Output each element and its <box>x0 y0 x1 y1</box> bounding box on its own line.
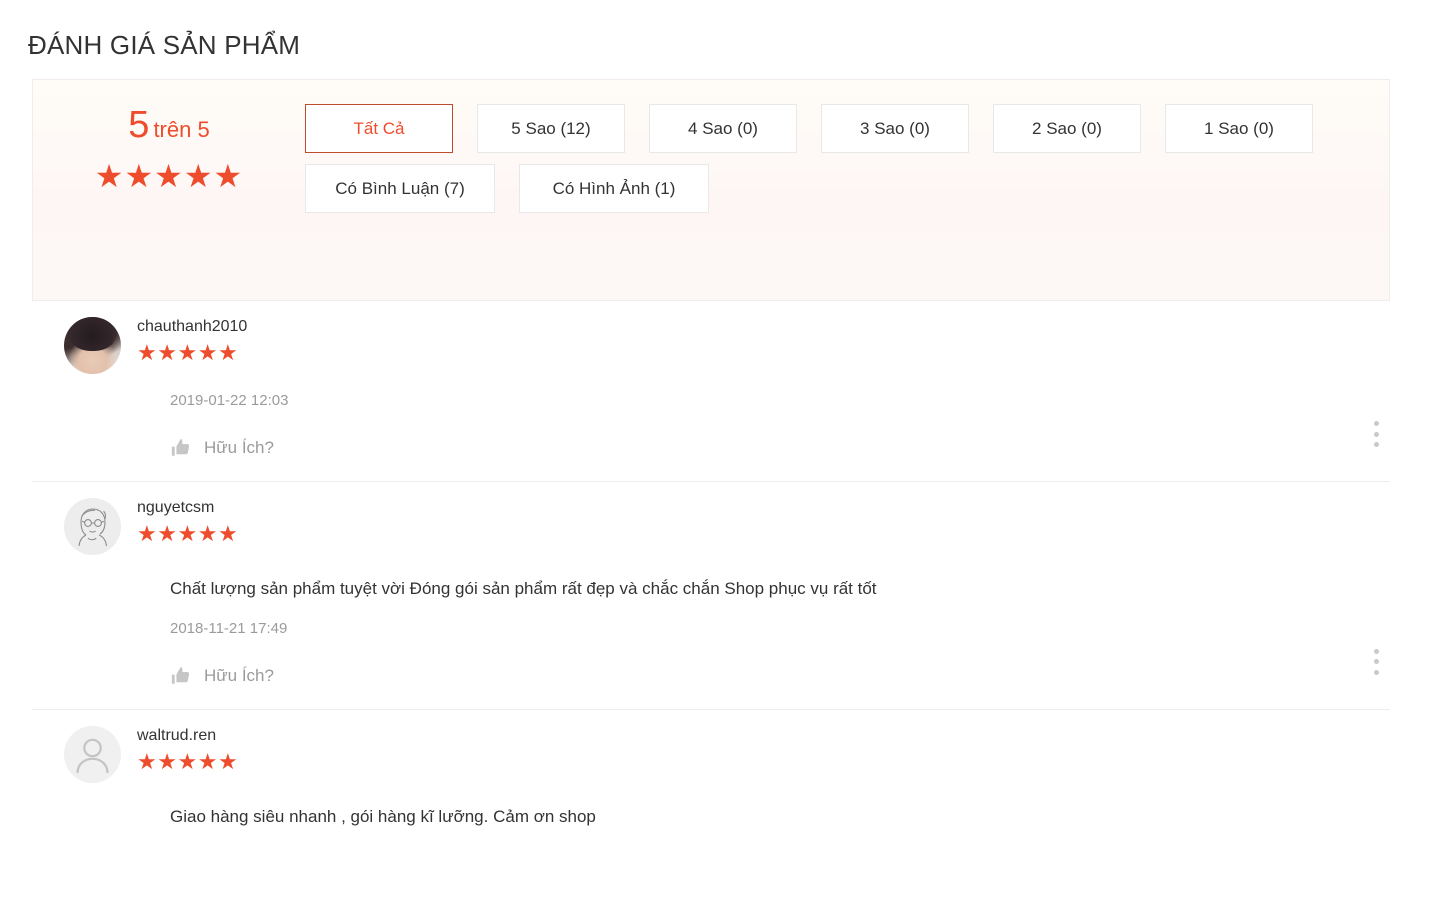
thumbs-up-icon <box>171 439 190 456</box>
review-username: nguyetcsm <box>137 499 215 516</box>
star-icon: ★ <box>137 521 158 546</box>
review-date: 2019-01-22 12:03 <box>170 392 289 409</box>
star-icon: ★ <box>154 158 184 194</box>
summary-star-rating: ★★★★★ <box>33 160 305 192</box>
star-icon: ★ <box>197 521 218 546</box>
product-review-page: ĐÁNH GIÁ SẢN PHẨM 5 trên 5 ★★★★★ Tất Cả 5 … <box>0 17 1432 904</box>
review-star-rating: ★★★★★ <box>137 748 239 774</box>
score-out-of-label: trên 5 <box>153 117 210 142</box>
review-header: waltrud.ren ★★★★★ <box>32 724 1390 783</box>
star-icon: ★ <box>217 521 239 546</box>
more-options-icon[interactable] <box>1366 648 1386 675</box>
review-username: chauthanh2010 <box>137 318 248 335</box>
review-item: chauthanh2010 ★★★★★ 2019-01-22 12:03 Hữu Íc… <box>32 301 1390 482</box>
review-list: chauthanh2010 ★★★★★ 2019-01-22 12:03 Hữu Íc… <box>32 301 1390 829</box>
avatar <box>64 725 121 783</box>
page-title: ĐÁNH GIÁ SẢN PHẨM <box>28 30 301 61</box>
star-icon: ★ <box>124 158 155 194</box>
more-options-icon[interactable] <box>1366 421 1386 447</box>
review-header: chauthanh2010 ★★★★★ <box>32 315 1390 374</box>
review-meta: waltrud.ren ★★★★★ <box>137 724 238 773</box>
rating-summary-panel: 5 trên 5 ★★★★★ Tất Cả 5 Sao (12) 4 Sao (0) 3… <box>32 79 1390 301</box>
review-star-rating: ★★★★★ <box>137 523 238 545</box>
filter-button[interactable]: 4 Sao (0) <box>649 104 797 153</box>
filter-row-content: Có Bình Luận (7) Có Hình Ảnh (1) <box>305 164 1371 213</box>
review-date: 2018-11-21 17:49 <box>170 619 288 637</box>
review-filter-group: Tất Cả 5 Sao (12) 4 Sao (0) 3 Sao (0) 2 Sao … <box>305 80 1389 213</box>
star-icon: ★ <box>137 748 158 774</box>
score-line: 5 trên 5 <box>33 106 305 144</box>
star-icon: ★ <box>137 340 158 365</box>
helpful-button[interactable]: Hữu Ích? <box>170 437 274 481</box>
filter-button[interactable]: 3 Sao (0) <box>821 104 969 153</box>
star-icon: ★ <box>157 748 178 774</box>
star-icon: ★ <box>213 158 244 194</box>
star-icon: ★ <box>157 521 178 546</box>
review-text: Giao hàng siêu nhanh , gói hàng kĩ lưỡng… <box>170 806 596 826</box>
review-meta: chauthanh2010 ★★★★★ <box>137 315 247 364</box>
filter-button[interactable]: Có Hình Ảnh (1) <box>519 164 709 213</box>
star-icon: ★ <box>197 748 218 774</box>
star-icon: ★ <box>217 340 239 365</box>
filter-button[interactable]: Có Bình Luận (7) <box>305 164 495 213</box>
filter-button[interactable]: Tất Cả <box>305 104 453 153</box>
avatar <box>64 498 121 555</box>
star-icon: ★ <box>94 158 125 194</box>
helpful-button[interactable]: Hữu Ích? <box>170 665 274 709</box>
review-meta: nguyetcsm ★★★★★ <box>137 496 238 545</box>
review-body: Chất lượng sản phẩm tuyệt vời Đóng gói s… <box>32 577 1390 709</box>
review-body: Giao hàng siêu nhanh , gói hàng kĩ lưỡng… <box>32 805 1390 830</box>
review-username: waltrud.ren <box>137 726 217 744</box>
filter-button[interactable]: 1 Sao (0) <box>1165 104 1313 153</box>
helpful-label: Hữu Ích? <box>204 438 274 457</box>
review-star-rating: ★★★★★ <box>137 342 247 364</box>
filter-row-star: Tất Cả 5 Sao (12) 4 Sao (0) 3 Sao (0) 2 Sao … <box>305 104 1371 153</box>
filter-button[interactable]: 5 Sao (12) <box>477 104 625 153</box>
star-icon: ★ <box>177 521 198 546</box>
review-text: Chất lượng sản phẩm tuyệt vời Đóng gói s… <box>170 579 877 598</box>
filter-button[interactable]: 2 Sao (0) <box>993 104 1141 153</box>
thumbs-up-icon <box>171 666 190 684</box>
score-block: 5 trên 5 ★★★★★ <box>33 80 305 192</box>
score-value: 5 <box>128 104 150 146</box>
review-item: nguyetcsm ★★★★★ Chất lượng sản phẩm tuyệt … <box>32 482 1390 710</box>
review-header: nguyetcsm ★★★★★ <box>32 496 1390 555</box>
star-icon: ★ <box>157 340 178 365</box>
star-icon: ★ <box>183 158 214 194</box>
review-body: 2019-01-22 12:03 Hữu Ích? <box>32 392 1390 481</box>
avatar <box>64 317 121 374</box>
star-icon: ★ <box>197 340 218 365</box>
star-icon: ★ <box>177 340 198 365</box>
helpful-label: Hữu Ích? <box>204 665 274 685</box>
star-icon: ★ <box>177 748 198 774</box>
star-icon: ★ <box>217 748 239 774</box>
review-item: waltrud.ren ★★★★★ Giao hàng siêu nhanh , g… <box>32 710 1390 830</box>
